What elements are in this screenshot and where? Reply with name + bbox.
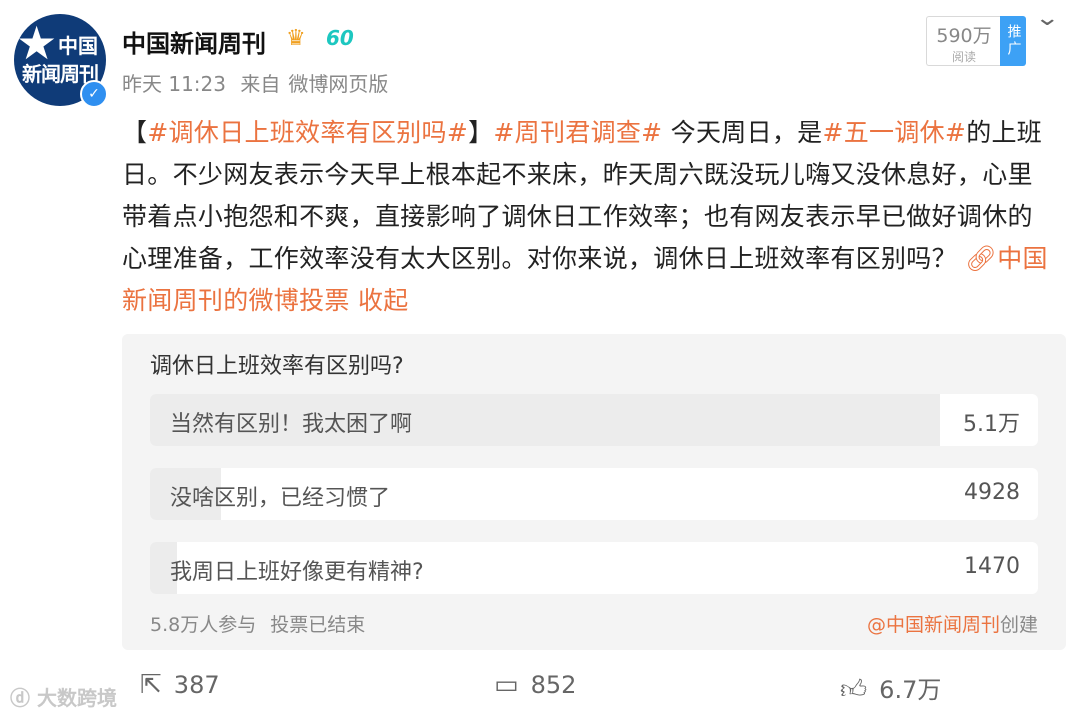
star-logo-icon: ★: [16, 16, 58, 70]
hashtag-link[interactable]: #调休日上班效率有区别吗#: [147, 118, 468, 147]
poll-footer: 5.8万人参与 投票已结束: [150, 610, 373, 637]
like-count: 6.7万: [879, 676, 942, 704]
post-time[interactable]: 昨天 11:23: [122, 72, 226, 96]
account-name[interactable]: 中国新闻周刊: [122, 24, 266, 59]
post-text: 【#调休日上班效率有区别吗#】#周刊君调查# 今天周日，是#五一调休#的上班日。…: [122, 112, 1052, 322]
avatar-text-line1: 中国: [58, 34, 98, 58]
poll-option-label: 当然有区别！我太困了啊: [170, 412, 413, 437]
poll-status: 投票已结束: [270, 614, 366, 636]
comment-icon: ▭: [494, 670, 519, 700]
vip-level-icon[interactable]: 60: [326, 28, 354, 48]
like-button[interactable]: 👍︎ 6.7万: [840, 670, 941, 705]
post-source: 微博网页版: [288, 72, 389, 96]
crown-icon[interactable]: ♛: [286, 28, 306, 50]
collapse-link[interactable]: 收起: [350, 286, 409, 315]
share-button[interactable]: ⇱ 387: [140, 670, 220, 700]
poll-title: 调休日上班效率有区别吗?: [150, 354, 404, 379]
poll-option-count: 4928: [964, 480, 1020, 505]
post-meta: 昨天 11:23 来自 微博网页版: [122, 68, 396, 97]
poll-creator-link[interactable]: @中国新闻周刊: [867, 614, 1000, 636]
link-icon: 🔗︎: [965, 244, 998, 273]
read-count-box: 590万 阅读: [926, 16, 1001, 66]
bracket-close: 】: [468, 118, 494, 147]
watermark-text: 大数跨境: [36, 686, 117, 710]
poll-participants: 5.8万人参与: [150, 614, 257, 636]
hashtag-link[interactable]: #五一调休#: [822, 118, 966, 147]
chevron-down-icon[interactable]: ⌄: [1034, 8, 1060, 30]
poll-option: 我周日上班好像更有精神? 1470: [150, 542, 1038, 594]
watermark: ⓓ 大数跨境: [10, 686, 117, 710]
share-icon: ⇱: [140, 670, 162, 700]
poll-option-count: 5.1万: [963, 412, 1020, 437]
comment-button[interactable]: ▭ 852: [494, 670, 576, 700]
comment-count: 852: [530, 671, 577, 699]
poll-creator: @中国新闻周刊创建: [867, 610, 1038, 637]
action-bar: ⇱ 387 ▭ 852 👍︎ 6.7万: [0, 664, 1080, 710]
read-label: 阅读: [951, 50, 976, 64]
share-count: 387: [173, 671, 220, 699]
read-count: 590万: [936, 25, 992, 47]
thumbs-up-icon: 👍︎: [840, 675, 868, 705]
promote-button[interactable]: 推广: [1000, 16, 1026, 66]
bracket-open: 【: [122, 118, 148, 147]
poll-creator-suffix: 创建: [999, 614, 1038, 636]
poll-option-label: 我周日上班好像更有精神?: [170, 560, 424, 585]
poll-option: 当然有区别！我太困了啊 5.1万: [150, 394, 1038, 446]
poll-card: 调休日上班效率有区别吗? 当然有区别！我太困了啊 5.1万 没啥区别，已经习惯了…: [122, 334, 1066, 650]
source-prefix: 来自: [240, 72, 281, 96]
post-body-text: 今天周日，是: [662, 118, 823, 147]
poll-option-count: 1470: [964, 554, 1020, 579]
hashtag-link[interactable]: #周刊君调查#: [493, 118, 662, 147]
verified-badge-icon: ✓: [80, 80, 108, 108]
poll-option: 没啥区别，已经习惯了 4928: [150, 468, 1038, 520]
poll-option-label: 没啥区别，已经习惯了: [170, 486, 391, 511]
